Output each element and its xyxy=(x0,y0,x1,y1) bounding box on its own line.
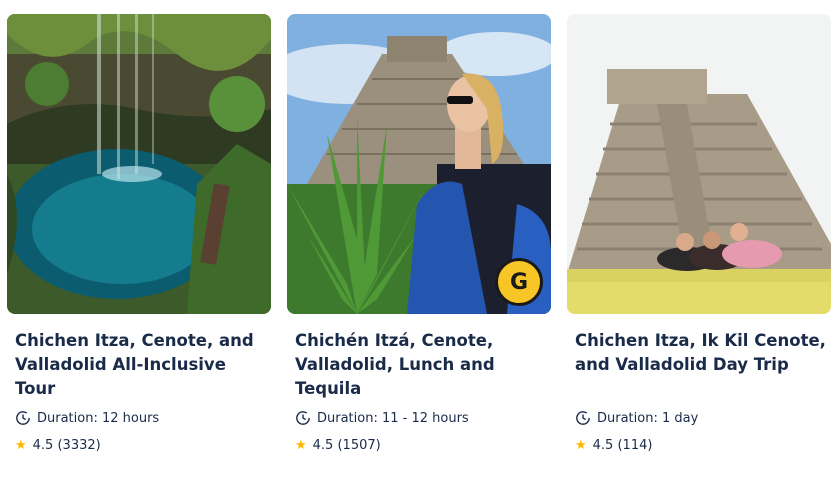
duration-text: Duration: 11 - 12 hours xyxy=(317,410,469,426)
rating-info: ★ 4.5 (3332) xyxy=(15,438,101,453)
tour-image-pyramid-lawn[interactable] xyxy=(567,14,831,314)
duration-text: Duration: 1 day xyxy=(597,410,699,426)
clock-icon xyxy=(576,411,590,425)
duration-info: Duration: 11 - 12 hours xyxy=(295,410,469,426)
g-badge-icon: G xyxy=(495,258,543,306)
duration-text: Duration: 12 hours xyxy=(37,410,160,426)
review-count: (1507) xyxy=(337,438,381,453)
rating-info: ★ 4.5 (114) xyxy=(575,438,652,453)
tour-card-grid: Chichen Itza, Cenote, and Valladolid All… xyxy=(0,0,839,483)
clock-icon xyxy=(296,411,310,425)
tour-title[interactable]: Chichen Itza, Cenote, and Valladolid All… xyxy=(15,329,267,401)
star-icon: ★ xyxy=(295,438,307,453)
star-icon: ★ xyxy=(575,438,587,453)
tour-card[interactable]: G Chichén Itzá, Cenote, Valladolid, Lunc… xyxy=(287,14,551,474)
tour-image-cenote[interactable] xyxy=(7,14,271,314)
rating-value: 4.5 xyxy=(592,438,614,453)
clock-icon xyxy=(16,411,30,425)
tour-title[interactable]: Chichen Itza, Ik Kil Cenote, and Vallado… xyxy=(575,329,827,377)
review-count: (114) xyxy=(617,438,653,453)
rating-info: ★ 4.5 (1507) xyxy=(295,438,381,453)
review-count: (3332) xyxy=(57,438,101,453)
duration-info: Duration: 1 day xyxy=(575,410,698,426)
rating-value: 4.5 xyxy=(32,438,54,453)
tour-image-pyramid-woman[interactable]: G xyxy=(287,14,551,314)
star-icon: ★ xyxy=(15,438,27,453)
tour-title[interactable]: Chichén Itzá, Cenote, Valladolid, Lunch … xyxy=(295,329,547,401)
tour-card[interactable]: Chichen Itza, Cenote, and Valladolid All… xyxy=(7,14,271,474)
duration-info: Duration: 12 hours xyxy=(15,410,159,426)
tour-card[interactable]: Chichen Itza, Ik Kil Cenote, and Vallado… xyxy=(567,14,831,474)
rating-value: 4.5 xyxy=(312,438,334,453)
